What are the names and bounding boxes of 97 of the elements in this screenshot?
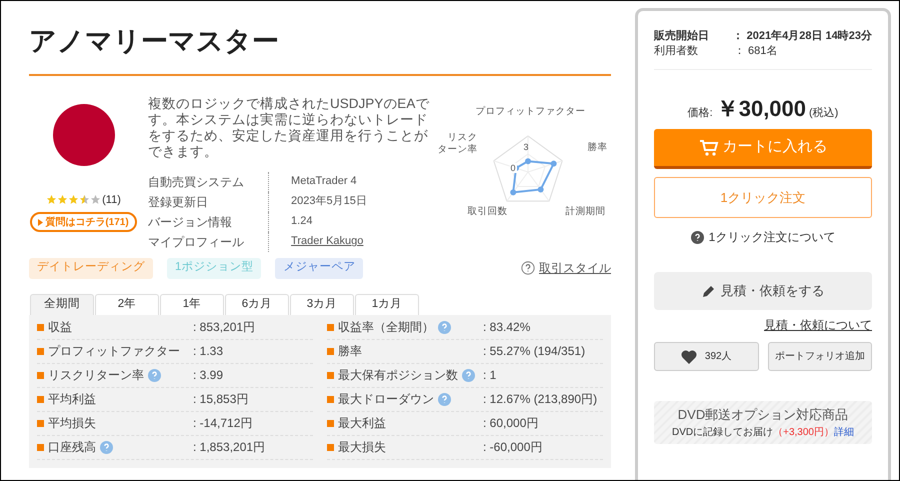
like-button[interactable]: 392人 (654, 342, 758, 371)
trading-style-link[interactable]: 取引スタイル (539, 259, 611, 277)
info-value: ： 681名 (734, 44, 778, 60)
axis-label: プロフィットファクター (476, 106, 586, 118)
axis-tick: 3 (524, 140, 529, 154)
cart-icon (698, 138, 718, 156)
spec-label: 自動売買システム (148, 174, 246, 190)
axis-label: 計測期間 (566, 206, 606, 218)
stat-label: 口座残高 (48, 439, 96, 456)
stat-value: : 12.67% (213,890円) (483, 391, 598, 408)
bullet-icon (327, 348, 334, 354)
stat-label: 平均損失 (48, 415, 96, 432)
stat-label: 最大保有ポジション数 (338, 367, 458, 384)
tax-note: (税込) (809, 106, 838, 121)
stat-label: 最大ドローダウン (338, 391, 434, 408)
stat-label: 最大損失 (338, 439, 386, 456)
stat-value: : 853,201円 (193, 319, 256, 336)
stat-value: : 3.99 (193, 367, 224, 384)
bullet-icon (37, 396, 44, 402)
page-title: アノマリーマスター (29, 25, 280, 58)
help-icon[interactable] (462, 368, 475, 382)
bullet-icon (327, 396, 334, 402)
estimate-button[interactable]: 見積・依頼をする (654, 272, 872, 310)
one-click-help-link[interactable]: 1クリック注文について (654, 228, 872, 246)
help-icon[interactable] (438, 320, 451, 334)
profile-link[interactable]: Trader Kakugo (291, 233, 364, 250)
heart-icon (680, 350, 697, 364)
axis-label: ターン率 (438, 144, 478, 156)
bullet-icon (37, 372, 44, 378)
help-icon[interactable] (438, 392, 451, 406)
detail-link[interactable]: 詳細 (834, 424, 854, 440)
bullet-icon (327, 444, 334, 450)
stat-value: : 60,000円 (483, 415, 540, 432)
period-tab[interactable]: 6カ月 (225, 294, 289, 314)
period-tab[interactable]: 全期間 (30, 294, 94, 314)
bullet-icon (327, 372, 334, 378)
stat-value: : 1.33 (193, 343, 224, 360)
spec-value: MetaTrader 4 (291, 174, 357, 190)
period-tab[interactable]: 2年 (95, 294, 159, 314)
spec-value: 1.24 (291, 214, 312, 230)
bullet-icon (37, 420, 44, 426)
style-tag: デイトレーディング (29, 258, 153, 278)
spec-label: マイプロフィール (148, 234, 246, 250)
help-icon (690, 230, 704, 244)
stat-value: : 55.27% (194/351) (483, 343, 586, 360)
price-label: 価格: (688, 106, 713, 121)
stat-value: : 15,853円 (193, 391, 250, 408)
star-icon (68, 194, 80, 206)
star-icon (57, 194, 68, 206)
stat-label: 最大利益 (338, 415, 386, 432)
period-tab[interactable]: 1年 (160, 294, 224, 314)
bullet-icon (327, 420, 334, 426)
dvd-title: DVD郵送オプション対応商品 (678, 406, 848, 424)
info-value: ： 2021年4月28日 14時23分 (732, 28, 872, 44)
spec-label: バージョン情報 (148, 214, 234, 230)
info-label: 利用者数 (654, 44, 699, 60)
stat-value: : -14,712円 (193, 415, 254, 432)
triangle-icon (38, 218, 44, 226)
axis-label: リスク (448, 132, 478, 144)
stat-label: リスクリターン率 (48, 367, 144, 384)
description: 複数のロジックで構成されたUSDJPYのEAです。本システムは実需に逆らわないトレードをするため、安定した資産運用を行うことができます。 (148, 96, 430, 160)
help-icon[interactable] (148, 368, 161, 382)
stat-label: プロフィットファクター (48, 343, 180, 360)
estimate-info-link[interactable]: 見積・依頼について (764, 316, 872, 334)
pen-icon (702, 284, 716, 298)
axis-label: 取引回数 (468, 206, 508, 218)
rating-count: (11) (102, 192, 121, 208)
period-tab[interactable]: 3カ月 (290, 294, 354, 314)
bullet-icon (37, 324, 44, 330)
stat-label: 平均利益 (48, 391, 96, 408)
spec-value: 2023年5月15日 (291, 194, 367, 210)
stat-value: : 83.42% (483, 319, 532, 336)
stat-label: 勝率 (338, 343, 362, 360)
dvd-price: （+3,300円） (773, 426, 834, 440)
stat-label: 収益 (48, 319, 72, 336)
bullet-icon (37, 348, 44, 354)
axis-label: 勝率 (588, 142, 608, 154)
star-icon (90, 194, 102, 206)
info-label: 販売開始日 (654, 28, 710, 44)
star-icon (79, 194, 90, 206)
stat-value: : -60,000円 (483, 439, 544, 456)
stat-value: : 1,853,201円 (193, 439, 266, 456)
stat-value: : 1 (483, 367, 498, 384)
help-icon[interactable] (100, 440, 113, 454)
stat-label: 収益率（全期間） (338, 319, 434, 336)
style-tag: メジャーペア (275, 258, 364, 278)
spec-label: 登録更新日 (148, 194, 210, 210)
bullet-icon (327, 324, 334, 330)
price: ￥30,000 (716, 95, 806, 123)
portfolio-button[interactable]: ポートフォリオ追加 (768, 342, 872, 371)
bullet-icon (37, 444, 44, 450)
dvd-note: DVDに記録してお届け (672, 426, 774, 440)
star-icon (46, 194, 58, 206)
help-icon (521, 261, 535, 275)
period-tab[interactable]: 1カ月 (355, 294, 419, 314)
axis-tick: 0 (510, 162, 517, 172)
style-tag: 1ポジション型 (167, 258, 262, 278)
